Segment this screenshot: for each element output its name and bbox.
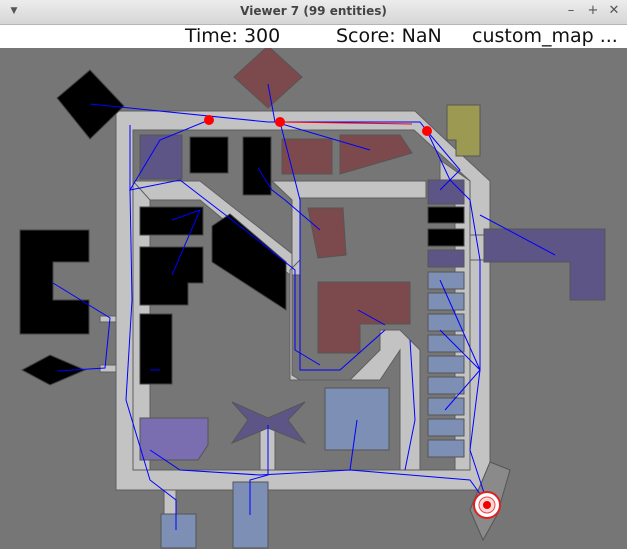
room-dark-tall (242, 136, 272, 196)
agent-dot (204, 115, 214, 125)
simulation-canvas[interactable] (0, 48, 627, 549)
time-readout: Time: 300 (185, 25, 281, 47)
agent-dot (422, 126, 432, 136)
maximize-button[interactable]: + (585, 3, 601, 19)
room-blue-8 (427, 418, 465, 437)
room-blue-6 (427, 376, 465, 395)
room-blue-7 (427, 397, 465, 416)
room-blue-9 (427, 439, 465, 458)
south-door-1 (163, 489, 177, 516)
room-blue-4 (427, 334, 465, 353)
window-title: Viewer 7 (99 entities) (240, 4, 387, 18)
room-dark-west-1 (139, 206, 204, 236)
room-blue-1 (427, 271, 465, 290)
minimize-button[interactable]: – (563, 3, 579, 19)
room-red-1 (281, 138, 333, 175)
map-name: custom_map ... (472, 25, 618, 47)
room-blue-2 (427, 292, 465, 311)
status-bar: Time: 300 Score: NaN custom_map ... (0, 25, 627, 48)
room-blue-5 (427, 355, 465, 374)
room-dark-small (189, 136, 229, 174)
score-readout: Score: NaN (336, 25, 442, 47)
room-dark-west-3 (139, 313, 173, 385)
room-dark-east-1 (427, 206, 465, 224)
room-purple-1 (139, 134, 183, 180)
room-dark-east-2 (427, 228, 465, 247)
close-button[interactable]: ✕ (606, 3, 622, 19)
title-bar[interactable]: ▼ Viewer 7 (99 entities) – + ✕ (0, 0, 627, 25)
room-purple-3 (427, 249, 465, 268)
room-purple-south (139, 417, 209, 461)
target-icon (473, 491, 501, 519)
room-blue-center (324, 387, 390, 451)
room-blue-south-1 (160, 513, 197, 549)
viewer-window: ▼ Viewer 7 (99 entities) – + ✕ Time: 300… (0, 0, 627, 549)
agent-dot (275, 117, 285, 127)
